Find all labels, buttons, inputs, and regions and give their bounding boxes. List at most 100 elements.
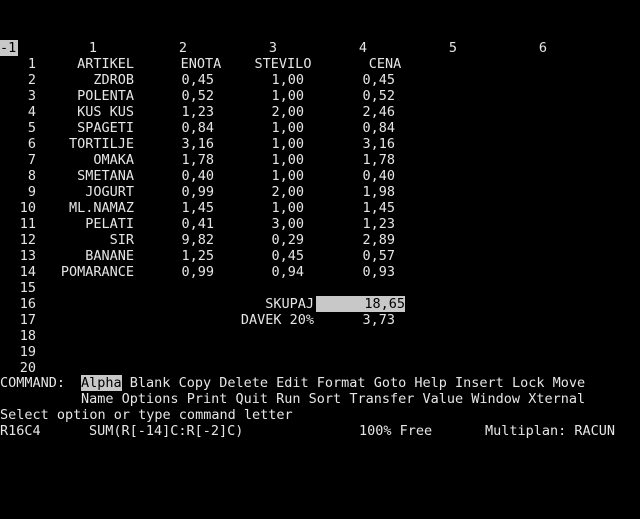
cell-cena[interactable]: 2,46	[308, 104, 395, 120]
cell-cena[interactable]: 0,84	[308, 120, 395, 136]
cell-cena[interactable]: 0,45	[308, 72, 395, 88]
command-option-transfer[interactable]: Transfer	[349, 391, 414, 407]
row-number[interactable]: 17	[0, 312, 36, 328]
command-option-insert[interactable]: Insert	[455, 375, 504, 391]
cell-artikel[interactable]: ML.NAMAZ	[48, 200, 134, 216]
cell-stevilo[interactable]: 1,00	[218, 136, 304, 152]
command-option-lock[interactable]: Lock	[512, 375, 545, 391]
command-option-window[interactable]: Window	[471, 391, 520, 407]
row-number[interactable]: 3	[0, 88, 36, 104]
header-enota[interactable]: ENOTA	[156, 56, 246, 72]
cell-artikel[interactable]: POLENTA	[48, 88, 134, 104]
cell-stevilo[interactable]: 1,00	[218, 152, 304, 168]
header-stevilo[interactable]: STEVILO	[238, 56, 328, 72]
column-header-3[interactable]: 3	[228, 40, 318, 56]
header-artikel[interactable]: ARTIKEL	[48, 56, 134, 72]
command-option-format[interactable]: Format	[317, 375, 366, 391]
cell-artikel[interactable]: SMETANA	[48, 168, 134, 184]
row-number[interactable]: 11	[0, 216, 36, 232]
cell-enota[interactable]: 1,25	[128, 248, 214, 264]
command-option-move[interactable]: Move	[553, 375, 586, 391]
cell-cena[interactable]: 0,52	[308, 88, 395, 104]
cell-cena[interactable]: 3,16	[308, 136, 395, 152]
row-number[interactable]: 12	[0, 232, 36, 248]
cell-artikel[interactable]: POMARANCE	[48, 264, 134, 280]
row-number[interactable]: 10	[0, 200, 36, 216]
cell-artikel[interactable]: TORTILJE	[48, 136, 134, 152]
summary-total-value[interactable]: 18,65	[316, 296, 405, 312]
row-number[interactable]: 7	[0, 152, 36, 168]
cell-cena[interactable]: 1,45	[308, 200, 395, 216]
cell-enota[interactable]: 0,99	[128, 184, 214, 200]
cell-enota[interactable]: 0,45	[128, 72, 214, 88]
cell-enota[interactable]: 0,84	[128, 120, 214, 136]
cell-artikel[interactable]: SIR	[48, 232, 134, 248]
cell-cena[interactable]: 0,57	[308, 248, 395, 264]
cell-stevilo[interactable]: 0,94	[218, 264, 304, 280]
column-header-4[interactable]: 4	[318, 40, 408, 56]
command-option-copy[interactable]: Copy	[179, 375, 212, 391]
cell-cena[interactable]: 1,78	[308, 152, 395, 168]
row-number[interactable]: 15	[0, 280, 36, 296]
cell-enota[interactable]: 0,52	[128, 88, 214, 104]
summary-tax-label[interactable]: DAVEK 20%	[228, 312, 314, 328]
cell-stevilo[interactable]: 1,00	[218, 88, 304, 104]
row-number[interactable]: 18	[0, 328, 36, 344]
cell-artikel[interactable]: ZDROB	[48, 72, 134, 88]
row-number[interactable]: 13	[0, 248, 36, 264]
command-option-run[interactable]: Run	[276, 391, 300, 407]
cell-enota[interactable]: 9,82	[128, 232, 214, 248]
cell-stevilo[interactable]: 0,45	[218, 248, 304, 264]
cell-stevilo[interactable]: 1,00	[218, 120, 304, 136]
cell-stevilo[interactable]: 2,00	[218, 104, 304, 120]
command-option-edit[interactable]: Edit	[276, 375, 309, 391]
command-option-blank[interactable]: Blank	[130, 375, 171, 391]
cell-artikel[interactable]: JOGURT	[48, 184, 134, 200]
cell-artikel[interactable]: KUS KUS	[48, 104, 134, 120]
cell-stevilo[interactable]: 1,00	[218, 200, 304, 216]
cell-stevilo[interactable]: 0,29	[218, 232, 304, 248]
cell-artikel[interactable]: SPAGETI	[48, 120, 134, 136]
row-number[interactable]: 14	[0, 264, 36, 280]
cell-cena[interactable]: 0,93	[308, 264, 395, 280]
cell-cena[interactable]: 1,23	[308, 216, 395, 232]
cell-enota[interactable]: 0,40	[128, 168, 214, 184]
column-header-1[interactable]: 1	[48, 40, 138, 56]
cell-stevilo[interactable]: 2,00	[218, 184, 304, 200]
command-option-help[interactable]: Help	[414, 375, 447, 391]
row-number[interactable]: 19	[0, 344, 36, 360]
cell-artikel[interactable]: PELATI	[48, 216, 134, 232]
cell-stevilo[interactable]: 1,00	[218, 168, 304, 184]
cell-enota[interactable]: 0,41	[128, 216, 214, 232]
summary-total-label[interactable]: SKUPAJ	[228, 296, 314, 312]
cell-enota[interactable]: 1,23	[128, 104, 214, 120]
row-number[interactable]: 2	[0, 72, 36, 88]
row-number[interactable]: 1	[0, 56, 36, 72]
row-number[interactable]: 5	[0, 120, 36, 136]
row-number[interactable]: 6	[0, 136, 36, 152]
column-header-6[interactable]: 6	[498, 40, 588, 56]
column-header-2[interactable]: 2	[138, 40, 228, 56]
command-option-sort[interactable]: Sort	[309, 391, 342, 407]
header-cena[interactable]: CENA	[340, 56, 430, 72]
row-number[interactable]: 9	[0, 184, 36, 200]
column-header-5[interactable]: 5	[408, 40, 498, 56]
cell-enota[interactable]: 3,16	[128, 136, 214, 152]
cell-stevilo[interactable]: 3,00	[218, 216, 304, 232]
cell-enota[interactable]: 1,45	[128, 200, 214, 216]
command-option-value[interactable]: Value	[423, 391, 464, 407]
command-option-print[interactable]: Print	[187, 391, 228, 407]
cell-stevilo[interactable]: 1,00	[218, 72, 304, 88]
command-option-delete[interactable]: Delete	[219, 375, 268, 391]
command-option-goto[interactable]: Goto	[374, 375, 407, 391]
cell-artikel[interactable]: BANANE	[48, 248, 134, 264]
command-option-name[interactable]: Name	[81, 391, 114, 407]
cell-cena[interactable]: 2,89	[308, 232, 395, 248]
corner-cell[interactable]: -1	[0, 40, 18, 56]
cell-enota[interactable]: 1,78	[128, 152, 214, 168]
cell-artikel[interactable]: OMAKA	[48, 152, 134, 168]
summary-tax-value[interactable]: 3,73	[308, 312, 395, 328]
row-number[interactable]: 4	[0, 104, 36, 120]
cell-enota[interactable]: 0,99	[128, 264, 214, 280]
command-option-xternal[interactable]: Xternal	[528, 391, 585, 407]
